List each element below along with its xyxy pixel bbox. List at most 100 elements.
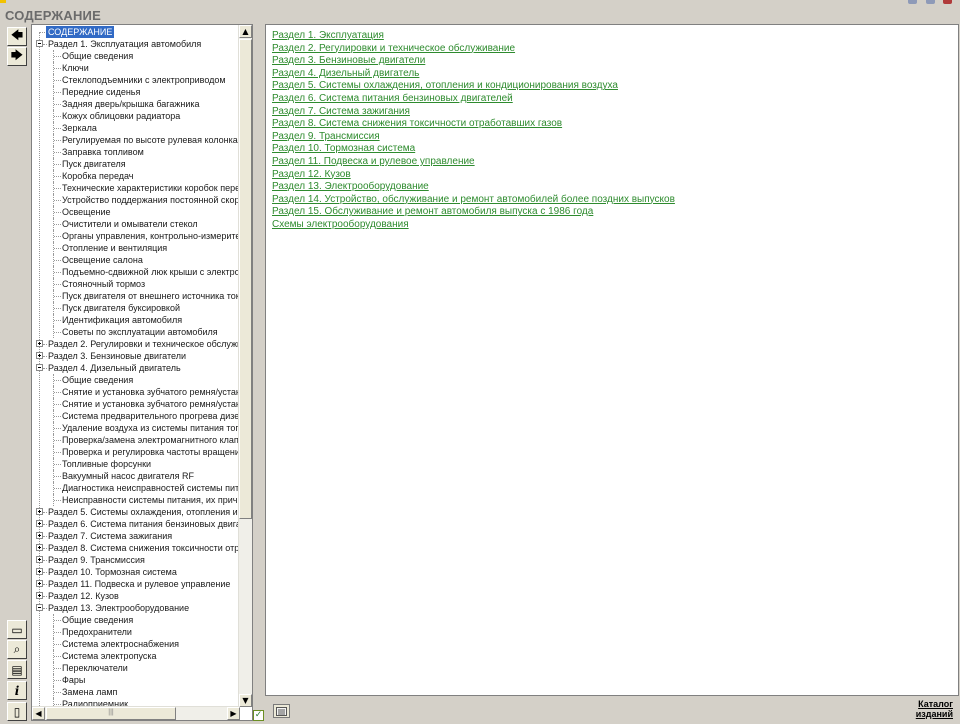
sync-checkbox[interactable]: ✓ xyxy=(253,710,264,721)
tree-section-item[interactable]: Раздел 7. Система зажигания xyxy=(32,530,240,542)
info-button[interactable]: i xyxy=(7,681,27,700)
tree-leaf-item[interactable]: Удаление воздуха из системы питания топл… xyxy=(32,422,240,434)
section-link[interactable]: Раздел 4. Дизельный двигатель xyxy=(272,68,419,80)
tree-section-item[interactable]: Раздел 4. Дизельный двигатель xyxy=(32,362,240,374)
scroll-right-button[interactable]: ▶ xyxy=(227,707,240,720)
close-window-button[interactable] xyxy=(943,0,952,4)
vertical-scroll-thumb[interactable] xyxy=(239,39,252,519)
expand-plus-icon[interactable] xyxy=(36,568,43,575)
section-link[interactable]: Раздел 6. Система питания бензиновых дви… xyxy=(272,93,513,105)
document-button[interactable]: ▯ xyxy=(7,702,27,721)
tree-leaf-item[interactable]: Система электропуска xyxy=(32,650,240,662)
expand-plus-icon[interactable] xyxy=(36,340,43,347)
tree-section-item[interactable]: Раздел 8. Система снижения токсичности о… xyxy=(32,542,240,554)
magnifier-button[interactable]: ⌕ xyxy=(7,640,27,659)
tree-leaf-item[interactable]: Советы по эксплуатации автомобиля xyxy=(32,326,240,338)
tree-leaf-item[interactable]: Система электроснабжения xyxy=(32,638,240,650)
forward-arrow-button[interactable]: 🡆 xyxy=(7,47,27,66)
tree-leaf-item[interactable]: Зеркала xyxy=(32,122,240,134)
tree-section-item[interactable]: Раздел 11. Подвеска и рулевое управление xyxy=(32,578,240,590)
expand-plus-icon[interactable] xyxy=(36,580,43,587)
tree-leaf-item[interactable]: Пуск двигателя от внешнего источника ток… xyxy=(32,290,240,302)
tree-leaf-item[interactable]: Проверка и регулировка частоты вращения … xyxy=(32,446,240,458)
tree-leaf-item[interactable]: Идентификация автомобиля xyxy=(32,314,240,326)
section-link[interactable]: Раздел 13. Электрооборудование xyxy=(272,181,429,193)
tree-leaf-item[interactable]: Общие сведения xyxy=(32,50,240,62)
tree-leaf-item[interactable]: Стояночный тормоз xyxy=(32,278,240,290)
tree-section-item[interactable]: Раздел 9. Трансмиссия xyxy=(32,554,240,566)
expand-plus-icon[interactable] xyxy=(36,556,43,563)
tree-section-item[interactable]: Раздел 12. Кузов xyxy=(32,590,240,602)
tree-leaf-item[interactable]: Стеклоподъемники с электроприводом xyxy=(32,74,240,86)
tree-section-item[interactable]: Раздел 10. Тормозная система xyxy=(32,566,240,578)
tree-leaf-item[interactable]: Топливные форсунки xyxy=(32,458,240,470)
tree-vertical-scrollbar[interactable]: ▲ ▼ xyxy=(238,25,252,707)
tree-leaf-item[interactable]: Пуск двигателя буксировкой xyxy=(32,302,240,314)
tree-leaf-item[interactable]: Регулируемая по высоте рулевая колонка xyxy=(32,134,240,146)
section-link[interactable]: Раздел 3. Бензиновые двигатели xyxy=(272,55,425,67)
tree-leaf-item[interactable]: Переключатели xyxy=(32,662,240,674)
expand-plus-icon[interactable] xyxy=(36,352,43,359)
tree-leaf-item[interactable]: Система предварительного прогрева дизель… xyxy=(32,410,240,422)
section-link[interactable]: Раздел 5. Системы охлаждения, отопления … xyxy=(272,80,618,92)
collapse-minus-icon[interactable] xyxy=(36,604,43,611)
tree-leaf-item[interactable]: Общие сведения xyxy=(32,374,240,386)
section-link[interactable]: Схемы электрооборудования xyxy=(272,219,409,231)
tree-leaf-item[interactable]: Фары xyxy=(32,674,240,686)
tree-section-item[interactable]: Раздел 6. Система питания бензиновых дви… xyxy=(32,518,240,530)
list-view-button[interactable] xyxy=(273,704,290,718)
tree-leaf-item[interactable]: Проверка/замена электромагнитного клапан… xyxy=(32,434,240,446)
tree-leaf-item[interactable]: Задняя дверь/крышка багажника xyxy=(32,98,240,110)
back-arrow-button[interactable]: 🡄 xyxy=(7,27,27,46)
tree-leaf-item[interactable]: Замена ламп xyxy=(32,686,240,698)
maximize-window-button[interactable] xyxy=(926,0,935,4)
tree-leaf-item[interactable]: Устройство поддержания постоянной скорос… xyxy=(32,194,240,206)
tree-leaf-item[interactable]: Ключи xyxy=(32,62,240,74)
tree-leaf-item[interactable]: Предохранители xyxy=(32,626,240,638)
section-link[interactable]: Раздел 7. Система зажигания xyxy=(272,106,410,118)
tree-leaf-item[interactable]: Неисправности системы питания, их причин… xyxy=(32,494,240,506)
tree-leaf-item[interactable]: Органы управления, контрольно-измеритель… xyxy=(32,230,240,242)
tree-leaf-item[interactable]: Коробка передач xyxy=(32,170,240,182)
collapse-minus-icon[interactable] xyxy=(36,40,43,47)
tree-leaf-item[interactable]: Очистители и омыватели стекол xyxy=(32,218,240,230)
tree-section-item[interactable]: Раздел 13. Электрооборудование xyxy=(32,602,240,614)
tree-leaf-item[interactable]: Отопление и вентиляция xyxy=(32,242,240,254)
tree-section-item[interactable]: Раздел 3. Бензиновые двигатели xyxy=(32,350,240,362)
scroll-up-button[interactable]: ▲ xyxy=(239,25,252,38)
tree-section-item[interactable]: Раздел 1. Эксплуатация автомобиля xyxy=(32,38,240,50)
section-link[interactable]: Раздел 8. Система снижения токсичности о… xyxy=(272,118,562,130)
tree-leaf-item[interactable]: Снятие и установка зубчатого ремня/устан… xyxy=(32,398,240,410)
scroll-down-button[interactable]: ▼ xyxy=(239,694,252,707)
printer-button[interactable]: ▤ xyxy=(7,660,27,679)
expand-plus-icon[interactable] xyxy=(36,508,43,515)
catalog-link[interactable]: Каталог изданий xyxy=(916,699,953,719)
tree-leaf-item[interactable]: Подъемно-сдвижной люк крыши с электропри… xyxy=(32,266,240,278)
tree-leaf-item[interactable]: Кожух облицовки радиатора xyxy=(32,110,240,122)
section-link[interactable]: Раздел 15. Обслуживание и ремонт автомоб… xyxy=(272,206,593,218)
section-link[interactable]: Раздел 10. Тормозная система xyxy=(272,143,415,155)
tree-leaf-item[interactable]: Технические характеристики коробок перед… xyxy=(32,182,240,194)
section-link[interactable]: Раздел 9. Трансмиссия xyxy=(272,131,380,143)
section-link[interactable]: Раздел 1. Эксплуатация xyxy=(272,30,384,42)
tree-root[interactable]: СОДЕРЖАНИЕ xyxy=(32,26,240,38)
expand-plus-icon[interactable] xyxy=(36,544,43,551)
tree-leaf-item[interactable]: Пуск двигателя xyxy=(32,158,240,170)
tree-leaf-item[interactable]: Заправка топливом xyxy=(32,146,240,158)
scroll-left-button[interactable]: ◀ xyxy=(32,707,45,720)
expand-plus-icon[interactable] xyxy=(36,520,43,527)
tree-leaf-item[interactable]: Вакуумный насос двигателя RF xyxy=(32,470,240,482)
tree-leaf-item[interactable]: Передние сиденья xyxy=(32,86,240,98)
tree-leaf-item[interactable]: Снятие и установка зубчатого ремня/устан… xyxy=(32,386,240,398)
tree-leaf-item[interactable]: Освещение салона xyxy=(32,254,240,266)
collapse-minus-icon[interactable] xyxy=(36,364,43,371)
tree-section-item[interactable]: Раздел 2. Регулировки и техническое обсл… xyxy=(32,338,240,350)
expand-plus-icon[interactable] xyxy=(36,532,43,539)
tree-leaf-item[interactable]: Общие сведения xyxy=(32,614,240,626)
expand-plus-icon[interactable] xyxy=(36,592,43,599)
section-link[interactable]: Раздел 14. Устройство, обслуживание и ре… xyxy=(272,194,675,206)
tree-leaf-item[interactable]: Диагностика неисправностей системы питан… xyxy=(32,482,240,494)
tree-leaf-item[interactable]: Освещение xyxy=(32,206,240,218)
horizontal-scroll-thumb[interactable]: ||| xyxy=(46,707,176,720)
section-link[interactable]: Раздел 11. Подвеска и рулевое управление xyxy=(272,156,475,168)
